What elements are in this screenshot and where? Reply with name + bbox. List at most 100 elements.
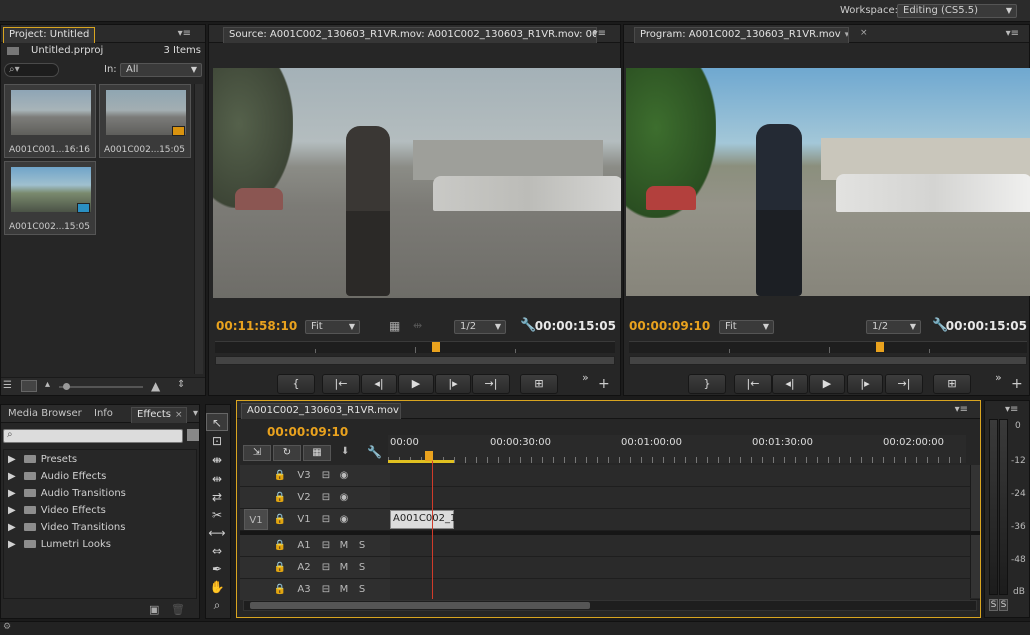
selection-tool-icon[interactable]: ↖ <box>206 413 228 431</box>
solo-button[interactable]: S <box>354 579 370 600</box>
go-to-in-button[interactable]: |← <box>322 374 360 394</box>
rate-stretch-tool-icon[interactable]: ⇄ <box>206 488 228 506</box>
source-resolution-dropdown[interactable]: 1/2 ▼ <box>454 320 506 334</box>
chevron-down-icon[interactable]: ▾ <box>845 30 848 40</box>
search-input[interactable]: ⌕▾ <box>4 63 59 77</box>
razor-tool-icon[interactable]: ✂ <box>206 506 228 524</box>
solo-button[interactable]: S <box>354 557 370 578</box>
more-controls-icon[interactable]: » <box>995 371 1002 384</box>
tab-effects[interactable]: Effects × <box>131 407 187 423</box>
video-clip[interactable]: A001C002_1 <box>390 510 456 529</box>
sync-icon[interactable]: ⊟ <box>318 535 334 556</box>
zoom-tool-icon[interactable]: ⌕ <box>206 596 228 614</box>
step-forward-button[interactable]: |▸ <box>847 374 883 394</box>
slip-tool-icon[interactable]: ⟷ <box>206 524 228 542</box>
trash-icon[interactable]: 🗑 <box>171 603 185 616</box>
zoom-out-icon[interactable]: ▴ <box>45 379 50 390</box>
icon-view-icon[interactable] <box>21 380 37 392</box>
list-view-icon[interactable]: ☰ <box>3 380 12 391</box>
panel-menu-icon[interactable]: ▾ <box>193 408 198 419</box>
wrench-icon[interactable]: 🔧 <box>520 318 536 333</box>
source-patch[interactable]: V1 <box>244 509 268 530</box>
playhead-marker[interactable] <box>432 342 440 352</box>
source-scrub-bar[interactable] <box>215 341 615 353</box>
mute-button[interactable]: M <box>336 557 352 578</box>
add-button-icon[interactable]: + <box>1011 376 1023 392</box>
export-frame-button[interactable]: ⊞ <box>933 374 971 394</box>
vertical-scrollbar[interactable] <box>194 84 203 374</box>
video-track-scrollbar[interactable] <box>970 465 980 531</box>
effects-search-input[interactable]: ⌕ <box>3 429 183 443</box>
track-label[interactable]: A1 <box>294 535 314 556</box>
status-icon[interactable]: ⚙ <box>3 622 11 632</box>
close-icon[interactable]: × <box>93 30 94 40</box>
lock-icon[interactable]: 🔒 <box>272 487 288 508</box>
insert-icon[interactable]: ⇹ <box>413 319 422 332</box>
workspace-dropdown[interactable]: Editing (CS5.5) ▼ <box>897 4 1017 18</box>
program-resolution-dropdown[interactable]: 1/2 ▼ <box>866 320 921 334</box>
snap-button[interactable]: ⇲ <box>243 445 271 461</box>
tab-info[interactable]: Info <box>89 407 125 423</box>
close-icon[interactable]: × <box>175 410 183 420</box>
play-button[interactable]: ▶ <box>398 374 434 394</box>
track-label[interactable]: V1 <box>294 509 314 530</box>
lock-icon[interactable]: 🔒 <box>272 465 288 486</box>
play-button[interactable]: ▶ <box>809 374 845 394</box>
track-label[interactable]: V3 <box>294 465 314 486</box>
zoom-slider-handle[interactable] <box>63 383 70 390</box>
panel-menu-icon[interactable]: ▾≡ <box>593 28 606 39</box>
ripple-edit-tool-icon[interactable]: ⇼ <box>206 451 228 469</box>
go-to-in-button[interactable]: |← <box>734 374 772 394</box>
lock-icon[interactable]: 🔒 <box>272 557 288 578</box>
solo-left-button[interactable]: S <box>989 599 998 611</box>
zoom-in-icon[interactable]: ▲ <box>151 379 160 393</box>
track-label[interactable]: A3 <box>294 579 314 600</box>
lock-icon[interactable]: 🔒 <box>272 535 288 556</box>
eye-icon[interactable]: ◉ <box>336 509 352 530</box>
track-label[interactable]: A2 <box>294 557 314 578</box>
mute-button[interactable]: M <box>336 535 352 556</box>
timeline-horizontal-scrollbar[interactable] <box>243 600 977 611</box>
panel-menu-icon[interactable]: ▾≡ <box>1005 404 1018 415</box>
mark-in-button[interactable]: { <box>277 374 315 394</box>
sort-icon[interactable]: ⇕ <box>177 379 185 390</box>
step-back-button[interactable]: ◂| <box>361 374 397 394</box>
sync-icon[interactable]: ⊟ <box>318 465 334 486</box>
track-label[interactable]: V2 <box>294 487 314 508</box>
go-to-out-button[interactable]: →| <box>885 374 923 394</box>
linked-selection-button[interactable]: ↻ <box>273 445 301 461</box>
list-item[interactable]: ▶ Audio Effects <box>8 468 106 485</box>
solo-right-button[interactable]: S <box>999 599 1008 611</box>
panel-menu-icon[interactable]: ▾≡ <box>178 28 191 39</box>
new-custom-bin-icon[interactable]: ▣ <box>149 603 159 616</box>
track-select-tool-icon[interactable]: ⊡ <box>206 432 228 450</box>
list-item[interactable]: ▶ Presets <box>8 451 77 468</box>
lock-icon[interactable]: 🔒 <box>272 509 288 530</box>
step-back-button[interactable]: ◂| <box>772 374 808 394</box>
marker-icon[interactable]: ⬇ <box>341 446 349 457</box>
media-item[interactable]: A001C002... 15:05 <box>99 84 191 158</box>
solo-button[interactable]: S <box>354 535 370 556</box>
tab-sequence[interactable]: A001C002_130603_R1VR.mov× <box>241 403 401 419</box>
program-zoom-bar[interactable] <box>629 356 1027 365</box>
new-bin-icon[interactable] <box>187 429 199 441</box>
panel-menu-icon[interactable]: ▾≡ <box>1006 28 1019 39</box>
playhead-marker[interactable] <box>425 451 433 461</box>
tab-media-browser[interactable]: Media Browser <box>3 407 85 423</box>
rolling-edit-tool-icon[interactable]: ⇹ <box>206 470 228 488</box>
list-item[interactable]: ▶ Lumetri Looks <box>8 536 111 553</box>
slide-tool-icon[interactable]: ⇔ <box>206 542 228 560</box>
close-icon[interactable]: × <box>860 28 868 38</box>
hand-tool-icon[interactable]: ✋ <box>206 578 228 596</box>
insert-button[interactable]: ⊞ <box>520 374 558 394</box>
go-to-out-button[interactable]: →| <box>472 374 510 394</box>
lock-icon[interactable]: 🔒 <box>272 579 288 600</box>
add-marker-button[interactable]: ▦ <box>303 445 331 461</box>
pen-tool-icon[interactable]: ✒ <box>206 560 228 578</box>
step-forward-button[interactable]: |▸ <box>435 374 471 394</box>
panel-menu-icon[interactable]: ▾≡ <box>955 404 968 415</box>
lift-button[interactable]: } <box>688 374 726 394</box>
sync-icon[interactable]: ⊟ <box>318 487 334 508</box>
more-controls-icon[interactable]: » <box>582 371 589 384</box>
mute-button[interactable]: M <box>336 579 352 600</box>
